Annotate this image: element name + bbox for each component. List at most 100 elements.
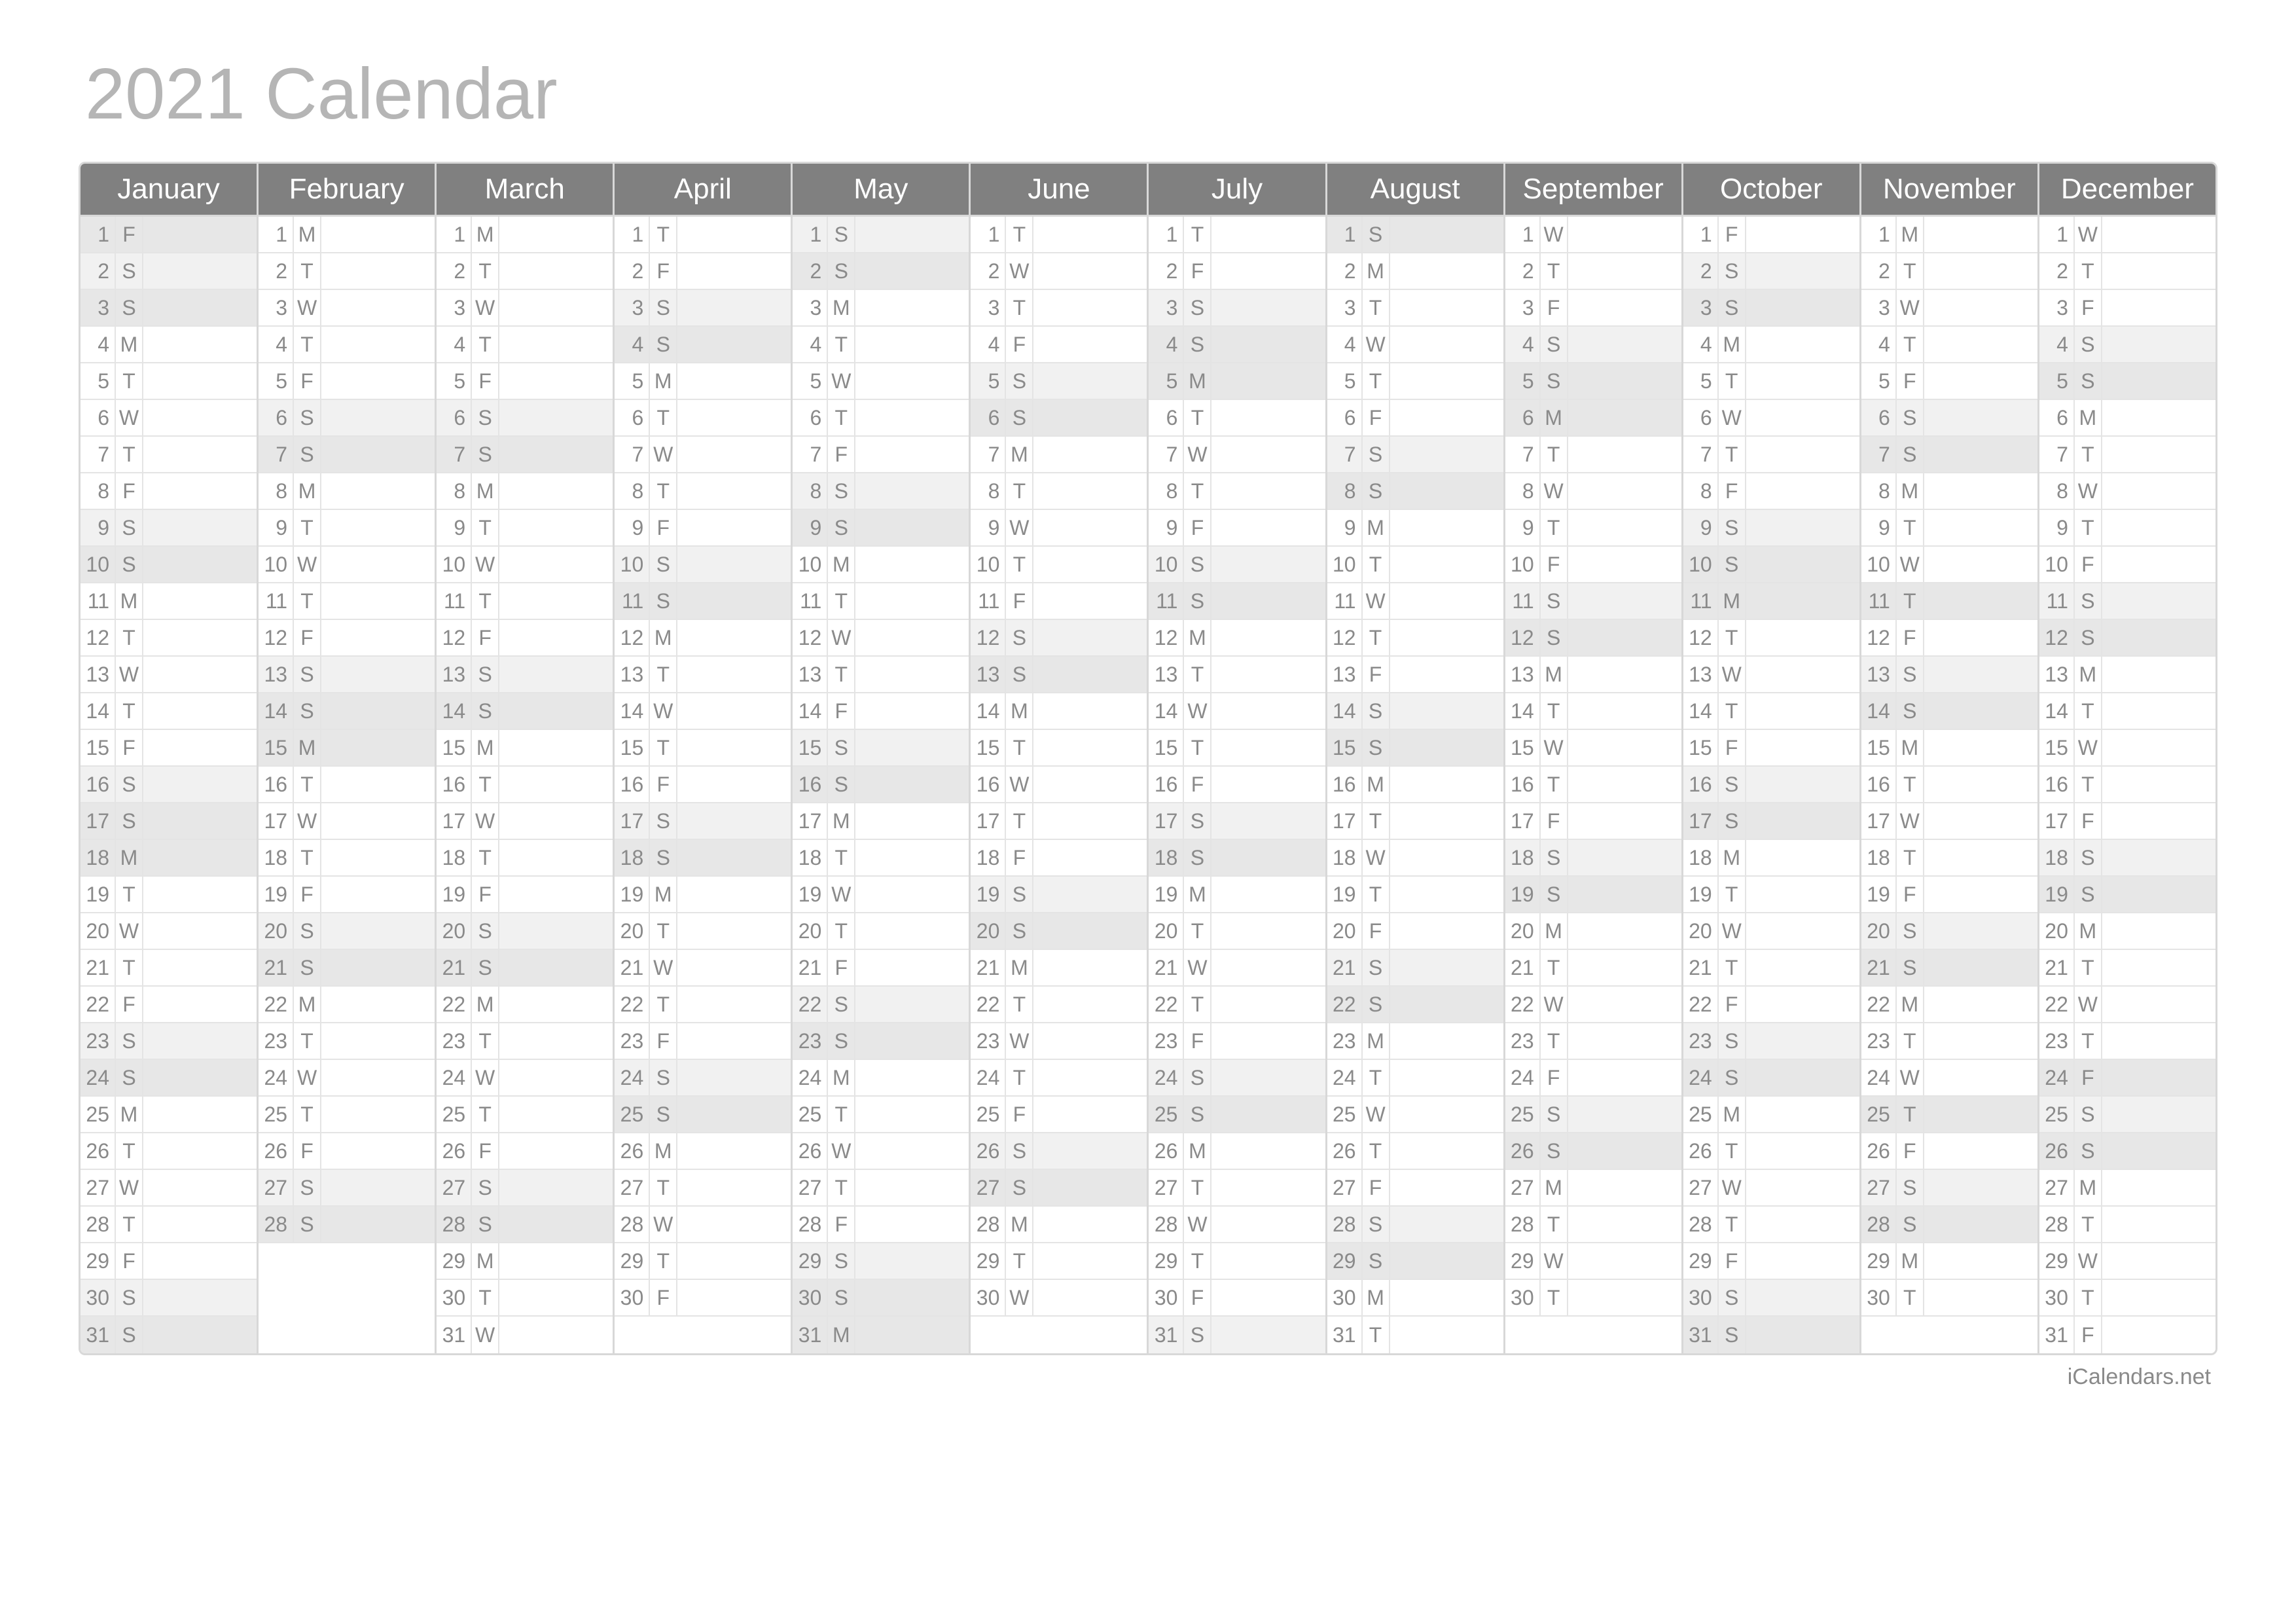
day-note xyxy=(1390,657,1503,692)
day-note xyxy=(321,1097,435,1132)
day-note xyxy=(1568,583,1681,619)
day-note xyxy=(499,913,613,949)
day-weekday: T xyxy=(1541,510,1568,545)
day-row: 17F xyxy=(1505,803,1681,840)
day-weekday: T xyxy=(472,327,499,362)
attribution: iCalendars.net xyxy=(79,1364,2217,1390)
day-row: 15W xyxy=(1505,730,1681,767)
day-note xyxy=(677,1207,791,1242)
day-weekday: S xyxy=(472,950,499,985)
day-weekday: S xyxy=(1541,363,1568,399)
day-number: 8 xyxy=(971,473,1006,509)
day-note xyxy=(1390,1170,1503,1205)
day-weekday: W xyxy=(1541,1243,1568,1279)
day-note xyxy=(1746,327,1859,362)
day-number: 2 xyxy=(971,253,1006,289)
day-note xyxy=(2102,363,2215,399)
day-row: 10S xyxy=(81,547,257,583)
day-note xyxy=(855,913,969,949)
day-number: 11 xyxy=(259,583,294,619)
day-note xyxy=(2102,1317,2215,1353)
day-number: 26 xyxy=(615,1133,650,1169)
day-note xyxy=(143,1060,257,1095)
day-number: 14 xyxy=(1149,693,1184,729)
day-row: 29T xyxy=(615,1243,791,1280)
day-weekday: S xyxy=(1363,217,1390,252)
day-weekday: S xyxy=(1184,803,1211,839)
day-number: 23 xyxy=(1861,1023,1897,1059)
day-row: 29F xyxy=(1683,1243,1859,1280)
day-row: 12T xyxy=(81,620,257,657)
day-number: 12 xyxy=(793,620,828,655)
day-note xyxy=(855,253,969,289)
day-row: 13M xyxy=(1505,657,1681,693)
day-weekday: T xyxy=(650,987,677,1022)
month-header: June xyxy=(971,164,1147,217)
day-weekday: S xyxy=(1363,950,1390,985)
day-number: 16 xyxy=(615,767,650,802)
day-number: 6 xyxy=(615,400,650,435)
day-number: 17 xyxy=(615,803,650,839)
day-number: 28 xyxy=(81,1207,116,1242)
day-note xyxy=(855,1317,969,1353)
day-number: 12 xyxy=(81,620,116,655)
day-row: 7S xyxy=(1861,437,2037,473)
day-weekday: T xyxy=(1541,253,1568,289)
day-weekday: W xyxy=(472,1317,499,1353)
day-row: 5F xyxy=(437,363,613,400)
day-note xyxy=(2102,877,2215,912)
day-number: 8 xyxy=(615,473,650,509)
day-number: 5 xyxy=(1683,363,1719,399)
month-header: July xyxy=(1149,164,1325,217)
day-weekday: T xyxy=(650,473,677,509)
day-number: 18 xyxy=(971,840,1006,875)
day-row: 8M xyxy=(437,473,613,510)
day-row: 25T xyxy=(259,1097,435,1133)
day-row: 29T xyxy=(971,1243,1147,1280)
day-number: 13 xyxy=(1683,657,1719,692)
day-row: 17W xyxy=(437,803,613,840)
day-number: 17 xyxy=(1505,803,1541,839)
day-number: 14 xyxy=(1505,693,1541,729)
day-weekday: W xyxy=(1184,950,1211,985)
day-number: 7 xyxy=(2039,437,2075,472)
day-row: 12W xyxy=(793,620,969,657)
day-row: 6S xyxy=(259,400,435,437)
day-weekday: S xyxy=(472,437,499,472)
day-row: 23S xyxy=(1683,1023,1859,1060)
day-weekday: S xyxy=(1363,437,1390,472)
day-weekday: S xyxy=(1541,327,1568,362)
day-note xyxy=(855,363,969,399)
day-note xyxy=(1924,437,2037,472)
day-row: 27T xyxy=(1149,1170,1325,1207)
empty-row xyxy=(259,1243,435,1280)
day-number: 19 xyxy=(1505,877,1541,912)
day-note xyxy=(1746,657,1859,692)
day-row: 8F xyxy=(1683,473,1859,510)
day-number: 16 xyxy=(259,767,294,802)
day-weekday: W xyxy=(116,913,143,949)
day-row: 14M xyxy=(971,693,1147,730)
day-row: 1S xyxy=(793,217,969,253)
day-number: 3 xyxy=(793,290,828,325)
day-row: 10W xyxy=(259,547,435,583)
day-note xyxy=(499,363,613,399)
day-row: 9S xyxy=(1683,510,1859,547)
day-number: 18 xyxy=(615,840,650,875)
day-note xyxy=(1211,1207,1325,1242)
day-number: 24 xyxy=(1505,1060,1541,1095)
day-note xyxy=(143,217,257,252)
day-number: 1 xyxy=(437,217,472,252)
day-row: 13S xyxy=(1861,657,2037,693)
day-number: 28 xyxy=(437,1207,472,1242)
day-note xyxy=(1033,913,1147,949)
day-note xyxy=(677,400,791,435)
day-row: 15T xyxy=(1149,730,1325,767)
day-weekday: F xyxy=(2075,547,2102,582)
day-number: 19 xyxy=(1683,877,1719,912)
day-note xyxy=(677,913,791,949)
day-row: 1T xyxy=(1149,217,1325,253)
day-note xyxy=(677,363,791,399)
day-number: 5 xyxy=(437,363,472,399)
day-note xyxy=(1211,840,1325,875)
